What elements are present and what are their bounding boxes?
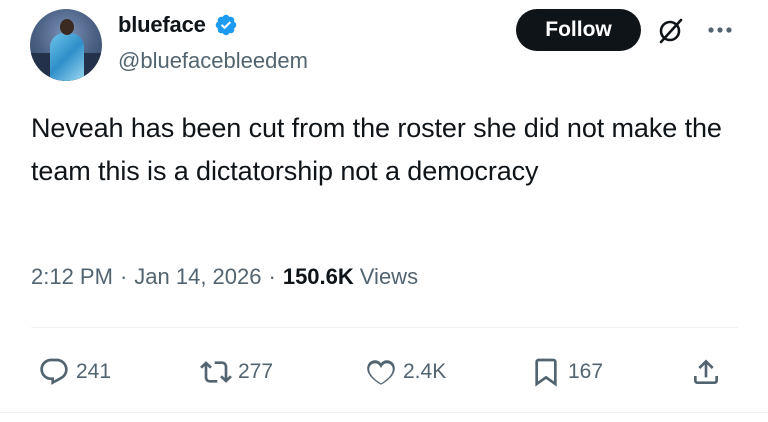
retweet-icon [200, 361, 232, 383]
avatar-figure-body [50, 33, 84, 81]
reply-count: 241 [76, 360, 112, 383]
share-button[interactable] [690, 352, 722, 392]
avatar[interactable] [30, 9, 102, 81]
meta-separator: · [119, 264, 128, 289]
tweet-metadata: 2:12 PM · Jan 14, 2026 · 150.6K Views [31, 264, 418, 290]
bookmark-button[interactable]: 167 [530, 352, 603, 392]
action-bar: 241 277 2.4K 167 [0, 352, 768, 392]
reply-button[interactable]: 241 [38, 352, 111, 392]
meta-separator: · [268, 264, 276, 289]
tweet-text: Neveah has been cut from the roster she … [31, 113, 722, 186]
more-options-icon[interactable] [706, 20, 734, 40]
tweet-time[interactable]: 2:12 PM [31, 264, 113, 290]
like-button[interactable]: 2.4K [365, 352, 446, 392]
avatar-figure-head [60, 19, 74, 35]
display-name[interactable]: blueface [118, 12, 206, 38]
tweet-card: blueface @bluefacebleedem Follow Neveah … [0, 0, 768, 422]
bookmark-icon [535, 358, 557, 387]
heart-icon [367, 360, 395, 385]
follow-button[interactable]: Follow [516, 9, 641, 51]
tweet-date[interactable]: Jan 14, 2026 [134, 264, 261, 290]
like-count: 2.4K [403, 360, 447, 383]
grok-icon[interactable] [656, 17, 684, 45]
reply-icon [40, 358, 68, 385]
views-count: 150.6K [282, 264, 354, 289]
author-name-row[interactable]: blueface [118, 12, 238, 38]
divider [31, 327, 738, 328]
retweet-button[interactable]: 277 [200, 352, 273, 392]
bookmark-count: 167 [568, 360, 604, 383]
retweet-count: 277 [238, 360, 274, 383]
share-icon [694, 359, 718, 384]
views-label: Views [359, 264, 419, 289]
bottom-divider [0, 412, 768, 413]
verified-badge-icon [215, 14, 236, 36]
user-handle[interactable]: @bluefacebleedem [118, 48, 308, 74]
